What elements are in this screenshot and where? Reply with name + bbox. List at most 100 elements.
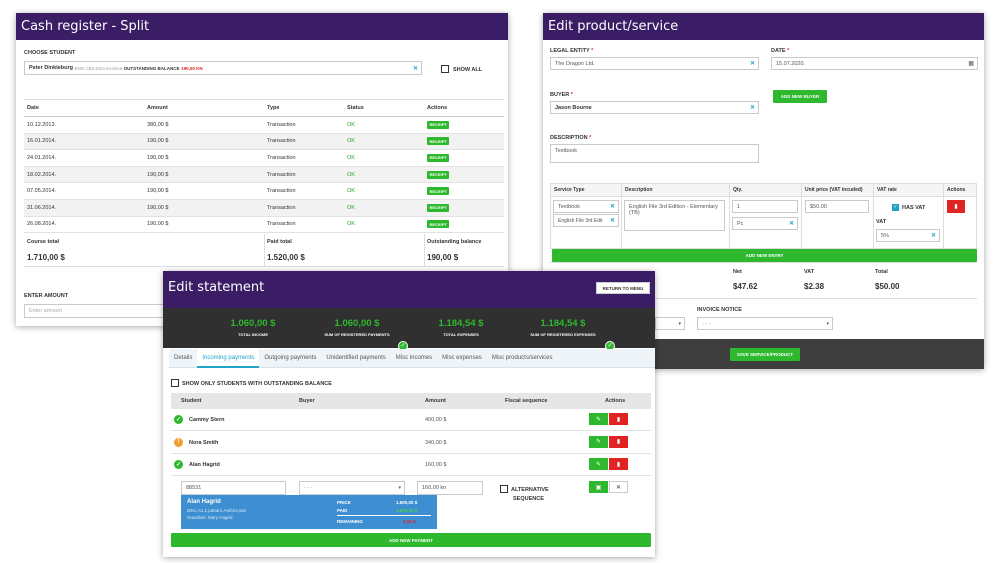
edit-student-input[interactable]: 88531 xyxy=(181,481,286,495)
payment-amount: 160,00 $ xyxy=(425,462,447,468)
col-status: Status xyxy=(344,99,424,117)
stat-label: TOTAL INCOME xyxy=(238,332,268,337)
unit-select[interactable]: Pc ✕ xyxy=(732,217,798,230)
edit-buyer-select[interactable]: - - - ▾ xyxy=(299,481,405,495)
show-all-checkbox[interactable] xyxy=(441,65,449,73)
table-row: 10.12.2013. 380,00 $ Transaction OK RECEIPT xyxy=(24,116,504,134)
row-status: OK xyxy=(344,182,424,200)
clear-student-icon[interactable]: ✕ xyxy=(413,65,418,72)
chevron-down-icon: ▾ xyxy=(398,485,401,491)
student-name: Peter Dinkleburg xyxy=(29,65,74,71)
delete-payment-button[interactable]: ▮ xyxy=(609,458,628,470)
popup-student-name: Alan Hagrid xyxy=(187,499,221,505)
delete-entry-button[interactable]: ▮ xyxy=(947,200,965,213)
clear-service-type-icon[interactable]: ✕ xyxy=(610,203,615,210)
row-actions: RECEIPT xyxy=(424,199,504,217)
has-vat-label: HAS VAT xyxy=(902,205,926,211)
table-row: 16.01.2014. 190,00 $ Transaction OK RECEIPT xyxy=(24,133,504,151)
row-type: Transaction xyxy=(264,182,344,200)
save-service-button[interactable]: SAVE SERVICE/PRODUCT xyxy=(730,348,800,361)
add-new-buyer-button[interactable]: ADD NEW BUYER xyxy=(773,90,827,103)
transactions-table: Date Amount Type Status Actions 10.12.20… xyxy=(24,99,504,234)
row-actions: RECEIPT xyxy=(424,216,504,234)
tab-unidentified-payments[interactable]: Unidentified payments xyxy=(321,349,390,368)
clear-legal-entity-icon[interactable]: ✕ xyxy=(750,60,755,67)
col-unit-price: Unit price (VAT incuded) xyxy=(801,183,874,197)
receipt-button[interactable]: RECEIPT xyxy=(427,120,450,129)
col-service-type: Service Type xyxy=(550,183,622,197)
alternative-sequence-checkbox[interactable] xyxy=(500,485,508,493)
tab-misc-incomes[interactable]: Misc incomes xyxy=(391,349,437,368)
clear-vat-icon[interactable]: ✕ xyxy=(931,232,936,239)
date-input[interactable]: 15.07.2020. ▦ xyxy=(771,57,978,70)
tab-incoming-payments[interactable]: Incoming payments xyxy=(197,349,260,368)
edit-statement-title: Edit statement xyxy=(163,271,655,308)
row-status: OK xyxy=(344,166,424,184)
date-value: 15.07.2020. xyxy=(776,60,806,67)
outstanding-total-label: Outstanding balance xyxy=(427,239,482,245)
receipt-button[interactable]: RECEIPT xyxy=(427,203,450,212)
receipt-button[interactable]: RECEIPT xyxy=(427,220,450,229)
divider xyxy=(550,262,977,263)
delete-payment-button[interactable]: ▮ xyxy=(609,435,628,448)
receipt-button[interactable]: RECEIPT xyxy=(427,187,450,196)
table-row: 31.06.2014. 190,00 $ Transaction OK RECEIPT xyxy=(24,199,504,217)
description-textarea[interactable]: Textbook xyxy=(550,144,759,163)
tab-misc-expenses[interactable]: Misc expenses xyxy=(437,349,487,368)
save-icon: ▣ xyxy=(595,484,602,491)
clear-unit-icon[interactable]: ✕ xyxy=(789,220,794,227)
show-only-outstanding-checkbox[interactable] xyxy=(171,379,179,387)
invoice-notice-value: - - - xyxy=(702,320,711,327)
buyer-select[interactable]: Jason Bourne ✕ xyxy=(550,101,759,114)
delete-payment-button[interactable]: ▮ xyxy=(609,413,628,425)
add-new-payment-button[interactable]: ADD NEW PAYMENT xyxy=(171,533,651,547)
invoice-notice-select[interactable]: - - - ▾ xyxy=(697,317,833,330)
popup-divider xyxy=(337,515,431,516)
tab-misc-products[interactable]: Misc products/services xyxy=(487,349,558,368)
edit-amount-value: 160,00 kn xyxy=(422,485,447,491)
qty-input[interactable]: 1 xyxy=(732,200,798,213)
clear-buyer-icon[interactable]: ✕ xyxy=(750,104,755,111)
legal-entity-value: The Dragon Ltd. xyxy=(555,60,595,67)
save-payment-button[interactable]: ▣ xyxy=(589,481,608,493)
check-icon: ✓ xyxy=(174,460,183,469)
receipt-button[interactable]: RECEIPT xyxy=(427,153,450,162)
total-value: $50.00 xyxy=(875,282,900,291)
net-label: Net xyxy=(733,269,742,275)
col-actions: Actions xyxy=(605,398,626,404)
row-amount: 190,00 $ xyxy=(144,149,264,167)
clear-service-sub-icon[interactable]: ✕ xyxy=(610,217,615,224)
cancel-payment-button[interactable]: ✕ xyxy=(609,481,628,493)
legal-entity-select[interactable]: The Dragon Ltd. ✕ xyxy=(550,57,759,70)
service-sub-select[interactable]: English File 3rd Edit ✕ xyxy=(553,214,619,227)
edit-amount-input[interactable]: 160,00 kn xyxy=(417,481,483,495)
calendar-icon[interactable]: ▦ xyxy=(968,60,974,67)
divider xyxy=(424,234,425,267)
stats-bar: 1.060,00 $ TOTAL INCOME 1.060,00 $ SUM O… xyxy=(163,308,655,351)
outstanding-balance-value: 190,00 KN xyxy=(181,65,203,71)
unit-price-input[interactable]: $50.00 xyxy=(805,200,869,213)
edit-payment-button[interactable]: ✎ xyxy=(589,413,608,425)
receipt-button[interactable]: RECEIPT xyxy=(427,137,450,146)
add-new-entry-button[interactable]: ADD NEW ENTRY xyxy=(552,249,977,262)
edit-payment-button[interactable]: ✎ xyxy=(589,435,608,448)
pencil-icon: ✎ xyxy=(595,461,602,468)
date-label: DATE * xyxy=(771,48,790,54)
stat-registered-payments: 1.060,00 $ SUM OF REGISTERED PAYMENTS xyxy=(307,318,407,337)
service-type-select[interactable]: Textbook ✕ xyxy=(553,200,619,213)
payment-method-select[interactable]: ▾ xyxy=(655,317,685,330)
edit-payment-button[interactable]: ✎ xyxy=(589,458,608,470)
enter-amount-input[interactable]: Enter amount xyxy=(24,304,174,318)
table-row: 07.05.2014. 190,00 $ Transaction OK RECEIPT xyxy=(24,182,504,200)
vat-select[interactable]: 5% ✕ xyxy=(876,229,940,242)
return-to-menu-button[interactable]: RETURN TO MENU xyxy=(596,282,650,294)
tab-outgoing-payments[interactable]: Outgoing payments xyxy=(259,349,321,368)
row-amount: 190,00 $ xyxy=(144,182,264,200)
item-description-textarea[interactable]: English File 3rd Edition - Elementary (T… xyxy=(624,200,725,231)
table-row: 26.08.2014. 190,00 $ Transaction OK RECEIPT xyxy=(24,216,504,234)
student-select[interactable]: Peter Dinkleburg ENG,CB2,Dina Kozlova OU… xyxy=(24,61,422,75)
receipt-button[interactable]: RECEIPT xyxy=(427,170,450,179)
tab-details[interactable]: Details xyxy=(169,349,197,368)
stat-total-expenses: 1.184,54 $ TOTAL EXPENSES xyxy=(411,318,511,337)
has-vat-checkbox[interactable]: ✓ xyxy=(892,204,899,211)
